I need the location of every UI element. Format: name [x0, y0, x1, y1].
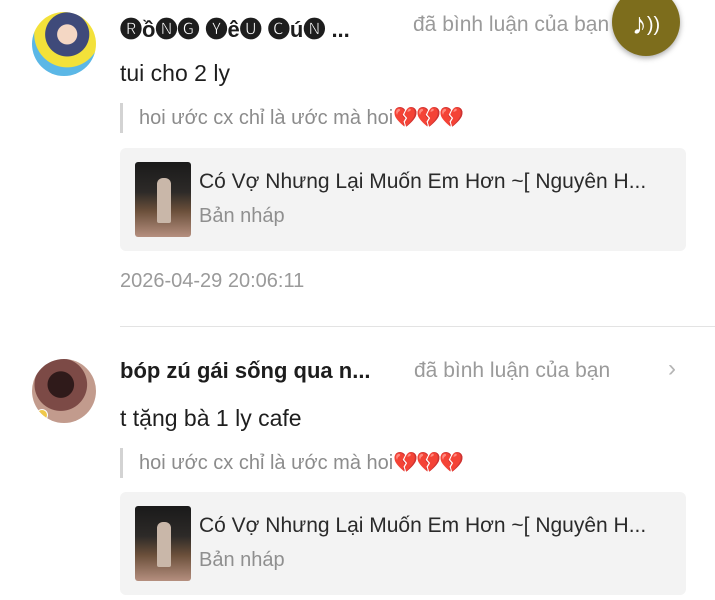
quoted-comment: hoi ước cx chỉ là ước mà hoi💔💔💔 — [120, 103, 464, 133]
song-title: Có Vợ Nhưng Lại Muốn Em Hơn ~[ Nguyên H.… — [199, 514, 647, 537]
comment-text: t tặng bà 1 ly cafe — [120, 405, 302, 431]
song-card[interactable]: Có Vợ Nhưng Lại Muốn Em Hơn ~[ Nguyên H.… — [120, 148, 686, 251]
music-playing-button[interactable]: ♪)) — [612, 0, 680, 56]
broken-heart-emoji: 💔💔💔 — [393, 107, 464, 129]
song-title: Có Vợ Nhưng Lại Muốn Em Hơn ~[ Nguyên H.… — [199, 170, 647, 193]
quoted-comment: hoi ước cx chỉ là ước mà hoi💔💔💔 — [120, 448, 464, 478]
chevron-right-icon[interactable]: › — [668, 355, 676, 383]
song-status: Bản nháp — [199, 205, 285, 227]
comment-text: tui cho 2 ly — [120, 60, 230, 86]
song-thumbnail — [135, 162, 191, 237]
avatar-badge-icon — [36, 409, 48, 421]
broken-heart-emoji: 💔💔💔 — [393, 452, 464, 474]
song-card[interactable]: Có Vợ Nhưng Lại Muốn Em Hơn ~[ Nguyên H.… — [120, 492, 686, 595]
song-thumbnail — [135, 506, 191, 581]
action-text: đã bình luận của bạn — [413, 13, 610, 36]
song-status: Bản nháp — [199, 549, 285, 571]
action-text: đã bình luận của bạn — [414, 359, 611, 382]
avatar[interactable] — [32, 12, 96, 76]
user-name[interactable]: 🅡ồ🅝🅖 🅨ê🅤 🅒ú🅝 ... — [120, 12, 350, 44]
avatar[interactable] — [32, 359, 96, 423]
user-name[interactable]: bóp zú gái sống qua n... — [120, 358, 371, 384]
sound-waves-icon: )) — [646, 14, 661, 36]
music-note-icon: ♪ — [631, 8, 647, 41]
quoted-comment-text: hoi ước cx chỉ là ước mà hoi — [139, 107, 394, 129]
divider — [120, 326, 715, 327]
quoted-comment-text: hoi ước cx chỉ là ước mà hoi — [139, 452, 394, 474]
timestamp: 2026-04-29 20:06:11 — [120, 270, 305, 292]
